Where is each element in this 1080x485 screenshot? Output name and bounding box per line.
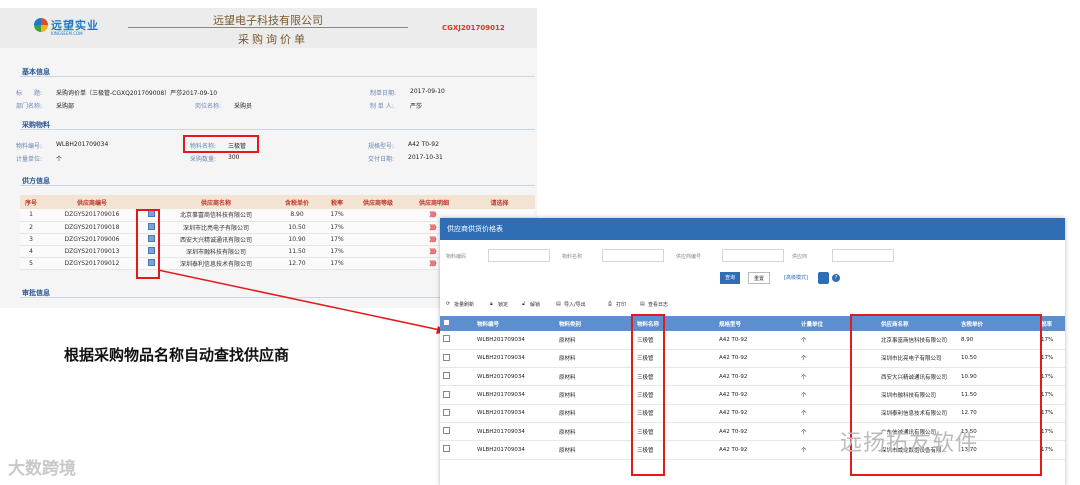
lock-cell	[456, 367, 474, 387]
batch-refresh-button[interactable]: 批量刷新	[454, 301, 474, 308]
filter-supplier-label: 供应商	[792, 254, 808, 260]
material-category: 原材料	[556, 349, 634, 369]
lock-cell	[456, 404, 474, 423]
row-select-cell[interactable]	[440, 422, 456, 442]
material-category: 原材料	[556, 440, 634, 460]
import-export-button[interactable]: 导入/导出	[564, 301, 586, 308]
col-header[interactable]: 物料编号	[474, 316, 556, 331]
lock-col-icon	[456, 316, 474, 331]
material-name-input[interactable]	[602, 249, 664, 262]
material-code: WLBH201709034	[474, 367, 556, 387]
row-checkbox[interactable]	[443, 390, 450, 398]
col-header[interactable]: 税率	[1038, 316, 1065, 331]
material-category: 原材料	[556, 367, 634, 387]
material-category: 原材料	[556, 404, 634, 423]
lock-cell	[456, 331, 474, 350]
dialog-title: 供应商供货价格表	[440, 218, 1065, 240]
row-select-cell[interactable]	[440, 404, 456, 423]
filter-supcode-label: 供应商编号	[676, 254, 702, 260]
row-select-cell[interactable]	[440, 349, 456, 369]
row-select-cell[interactable]	[440, 331, 456, 350]
row-select-cell[interactable]	[440, 367, 456, 387]
lock-icon: 🔒︎	[490, 301, 493, 307]
spec: A42 T0-92	[716, 331, 798, 350]
col-header[interactable]: 物料类别	[556, 316, 634, 331]
row-checkbox[interactable]	[443, 335, 450, 343]
row-checkbox[interactable]	[443, 408, 450, 416]
material-code: WLBH201709034	[474, 331, 556, 350]
filter-name-label: 物料名称	[562, 254, 583, 260]
highlight-material-name-column	[631, 314, 665, 476]
material-category: 原材料	[556, 385, 634, 405]
material-code: WLBH201709034	[474, 440, 556, 460]
row-select-cell[interactable]	[440, 385, 456, 405]
material-category: 原材料	[556, 422, 634, 442]
spec: A42 T0-92	[716, 349, 798, 369]
row-select-cell[interactable]	[440, 440, 456, 460]
row-checkbox[interactable]	[443, 353, 450, 361]
print-icon: ⎙	[608, 301, 613, 307]
lock-cell	[456, 440, 474, 460]
material-code: WLBH201709034	[474, 349, 556, 369]
print-button[interactable]: 打印	[616, 301, 626, 308]
row-checkbox[interactable]	[443, 427, 450, 435]
view-log-button[interactable]: 查看日志	[648, 301, 668, 308]
supplier-code-input[interactable]	[722, 249, 784, 262]
lock-cell	[456, 385, 474, 405]
import-export-icon: ▤	[556, 301, 561, 307]
tax-rate: 17%	[1038, 440, 1065, 460]
material-code: WLBH201709034	[474, 422, 556, 442]
log-icon: ▤	[640, 301, 645, 307]
reset-button[interactable]: 重置	[748, 272, 770, 284]
material-code: WLBH201709034	[474, 404, 556, 423]
material-code: WLBH201709034	[474, 385, 556, 405]
tax-rate: 17%	[1038, 404, 1065, 423]
spec: A42 T0-92	[716, 422, 798, 442]
spec: A42 T0-92	[716, 440, 798, 460]
refresh-icon: ⟳	[446, 301, 451, 307]
lock-cell	[456, 349, 474, 369]
tax-rate: 17%	[1038, 385, 1065, 405]
spec: A42 T0-92	[716, 404, 798, 423]
material-category: 原材料	[556, 331, 634, 350]
unlock-icon: 🔓︎	[522, 301, 526, 307]
tax-rate: 17%	[1038, 367, 1065, 387]
row-checkbox[interactable]	[443, 372, 450, 380]
search-button[interactable]: 查询	[720, 272, 740, 284]
row-checkbox[interactable]	[443, 445, 450, 453]
material-code-input[interactable]	[488, 249, 550, 262]
supplier-input[interactable]	[832, 249, 894, 262]
advanced-mode-link[interactable]: [高级模式]	[778, 272, 814, 284]
help-icon[interactable]: ?	[832, 274, 840, 282]
lock-button[interactable]: 锁定	[498, 301, 508, 308]
col-header[interactable]: 规格型号	[716, 316, 798, 331]
spec: A42 T0-92	[716, 367, 798, 387]
unlock-button[interactable]: 解锁	[530, 301, 540, 308]
tax-rate: 17%	[1038, 331, 1065, 350]
spec: A42 T0-92	[716, 385, 798, 405]
select-all-checkbox[interactable]	[443, 319, 450, 326]
toolbar: ⟳ 批量刷新 🔒︎ 锁定 🔓︎ 解锁 ▤ 导入/导出 ⎙ 打印 ▤ 查看日志	[440, 298, 1065, 312]
tax-rate: 17%	[1038, 349, 1065, 369]
lock-cell	[456, 422, 474, 442]
menu-icon[interactable]	[818, 272, 829, 284]
filter-code-label: 物料编码	[446, 254, 467, 260]
select-all-cell[interactable]	[440, 316, 456, 331]
tax-rate: 17%	[1038, 422, 1065, 442]
watermark-right: 远扬拓友软件	[840, 431, 979, 456]
